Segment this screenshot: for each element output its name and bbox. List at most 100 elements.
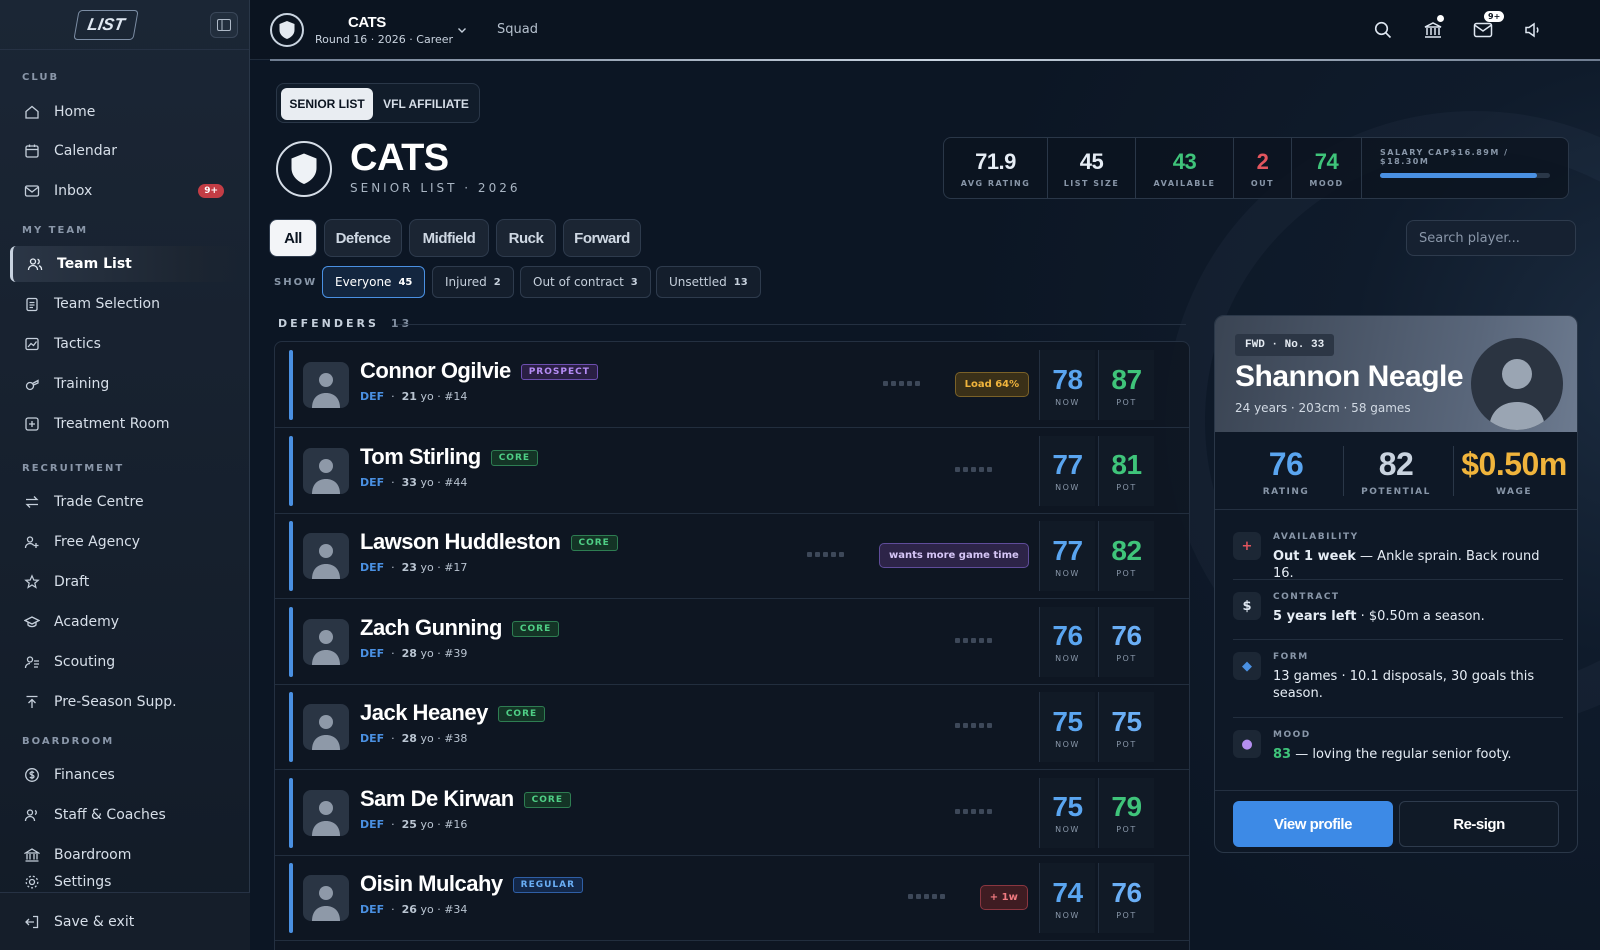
sidebar-item-draft[interactable]: Draft: [10, 564, 238, 600]
sidebar-item-settings[interactable]: Settings: [10, 874, 238, 892]
tab-vfl-affiliate[interactable]: VFL AFFILIATE: [375, 88, 477, 120]
sidebar-collapse-button[interactable]: [210, 12, 238, 38]
form-dots: [907, 894, 945, 899]
sidebar-item-label: Academy: [54, 614, 120, 630]
player-row[interactable]: Oisin Mulcahy REGULAR DEF · 26 yo · #34 + 1…: [275, 855, 1189, 941]
player-name-line[interactable]: Oisin Mulcahy REGULAR: [360, 871, 584, 897]
player-row[interactable]: Zach Gunning CORE DEF · 28 yo · #39 76 NOW 76…: [275, 599, 1189, 685]
player-row[interactable]: Jack Heaney CORE DEF · 28 yo · #38 75 NOW 75 P…: [275, 684, 1189, 770]
sidebar-item-label: Team List: [57, 256, 132, 272]
player-number: #39: [444, 646, 468, 660]
sidebar-item-scouting[interactable]: Scouting: [10, 644, 238, 680]
save-exit-button[interactable]: Save & exit: [10, 904, 238, 940]
mood-value: 83: [1273, 747, 1292, 762]
form-text: 13 games · 10.1 disposals, 30 goals this…: [1273, 669, 1535, 701]
player-name-line[interactable]: Tom Stirling CORE: [360, 444, 539, 470]
stat-mood: 74 MOOD: [1292, 138, 1362, 198]
form-dots: [882, 381, 920, 386]
show-label: SHOW: [274, 277, 318, 288]
tab-senior-list[interactable]: SENIOR LIST: [281, 88, 373, 120]
squad-link[interactable]: Squad: [497, 22, 538, 37]
pot-value: 87: [1111, 363, 1142, 395]
filter-all[interactable]: All: [269, 219, 317, 257]
bank-notification-icon[interactable]: [1422, 15, 1444, 41]
sidebar-item-home[interactable]: Home: [10, 94, 238, 130]
re-sign-button[interactable]: Re-sign: [1399, 801, 1559, 847]
player-row[interactable]: Sam De Kirwan CORE DEF · 25 yo · #16 75 NOW 7…: [275, 770, 1189, 856]
inbox-count-badge: 9+: [198, 184, 224, 198]
mood-dot-icon: ●: [1233, 730, 1261, 758]
player-name-line[interactable]: Connor Ogilvie PROSPECT: [360, 358, 598, 384]
player-name-line[interactable]: Jack Heaney CORE: [360, 700, 546, 726]
sidebar-item-label: Finances: [54, 767, 115, 783]
mail-icon[interactable]: 9+: [1472, 11, 1505, 41]
chip-injured[interactable]: Injured 2: [432, 266, 514, 298]
player-name-line[interactable]: Lawson Huddleston CORE: [360, 529, 618, 555]
sidebar-item-treatment-room[interactable]: Treatment Room: [10, 406, 238, 442]
panel-icon: [217, 19, 231, 31]
chevron-down-icon[interactable]: [456, 24, 468, 36]
chip-count: 45: [398, 276, 413, 288]
filter-defence[interactable]: Defence: [324, 219, 402, 257]
sidebar-item-team-selection[interactable]: Team Selection: [10, 286, 238, 322]
chart-icon: [25, 337, 39, 351]
sidebar-item-trade-centre[interactable]: Trade Centre: [10, 484, 238, 520]
page-title: CATS: [350, 137, 449, 179]
sidebar-footer: Save & exit: [0, 892, 250, 950]
stat-value: 71.9: [975, 148, 1016, 174]
chip-count: 13: [733, 276, 748, 288]
sidebar-item-boardroom[interactable]: Boardroom: [10, 837, 238, 873]
group-header: DEFENDERS 13: [278, 317, 412, 330]
player-row[interactable]: Lawson Huddleston CORE DEF · 23 yo · #17 wa…: [275, 513, 1189, 599]
player-position: DEF: [360, 561, 385, 574]
sidebar-item-staff-coaches[interactable]: Staff & Coaches: [10, 797, 238, 833]
sidebar-item-training[interactable]: Training: [10, 366, 238, 402]
form-dots: [955, 808, 992, 814]
sidebar-item-academy[interactable]: Academy: [10, 604, 238, 640]
sidebar-item-free-agency[interactable]: Free Agency: [10, 524, 238, 560]
filter-midfield[interactable]: Midfield: [409, 219, 489, 257]
search-player-input[interactable]: [1406, 220, 1576, 256]
top-team-name[interactable]: CATS: [348, 14, 386, 31]
app-logo[interactable]: LIST: [73, 10, 139, 40]
stat-value: 43: [1172, 148, 1197, 174]
player-tag-badge: CORE: [570, 535, 618, 551]
bank-icon: [24, 848, 40, 862]
search-icon[interactable]: [1372, 19, 1394, 41]
sidebar-item-pre-season[interactable]: Pre-Season Supp.: [10, 684, 238, 720]
sidebar-item-finances[interactable]: Finances: [10, 757, 238, 793]
chip-unsettled[interactable]: Unsettled 13: [656, 266, 761, 298]
sidebar-item-tactics[interactable]: Tactics: [10, 326, 238, 362]
club-crest-icon[interactable]: [270, 13, 304, 47]
player-name: Sam De Kirwan: [360, 785, 514, 811]
card-player-name: Shannon Neagle: [1235, 360, 1464, 393]
club-crest-large: [276, 141, 332, 197]
player-name-line[interactable]: Sam De Kirwan CORE: [360, 785, 572, 812]
player-row[interactable]: Tom Stirling CORE DEF · 33 yo · #44 77 NOW 81…: [275, 428, 1189, 514]
player-age: 26: [401, 903, 417, 916]
card-rating-label: RATING: [1262, 486, 1310, 497]
group-divider: [396, 324, 1186, 325]
player-age-unit: yo: [420, 646, 434, 660]
player-age-unit: yo: [420, 390, 434, 403]
stat-separator: [1453, 446, 1454, 496]
player-avatar: [303, 533, 349, 579]
player-meta: DEF · 21 yo · #14: [360, 390, 468, 403]
player-name-line[interactable]: Zach Gunning CORE: [360, 615, 560, 641]
stat-label: AVG RATING: [960, 178, 1031, 188]
speaker-icon[interactable]: [1522, 19, 1544, 41]
sidebar-item-label: Draft: [54, 574, 90, 590]
position-color-bar: [289, 863, 293, 933]
chip-everyone[interactable]: Everyone 45: [322, 266, 426, 298]
filter-ruck[interactable]: Ruck: [496, 219, 556, 257]
filter-forward[interactable]: Forward: [563, 219, 641, 257]
sidebar-item-team-list[interactable]: Team List: [10, 246, 238, 282]
view-profile-button[interactable]: View profile: [1233, 801, 1393, 847]
now-value: 75: [1052, 791, 1083, 822]
sidebar-item-inbox[interactable]: Inbox 9+: [10, 173, 238, 209]
chip-out-of-contract[interactable]: Out of contract 3: [520, 266, 651, 298]
card-wage-label: WAGE: [1495, 486, 1533, 497]
player-row[interactable]: Connor Ogilvie PROSPECT DEF · 21 yo · #14 L…: [275, 342, 1189, 428]
player-position: DEF: [360, 475, 385, 489]
sidebar-item-calendar[interactable]: Calendar: [10, 133, 238, 169]
